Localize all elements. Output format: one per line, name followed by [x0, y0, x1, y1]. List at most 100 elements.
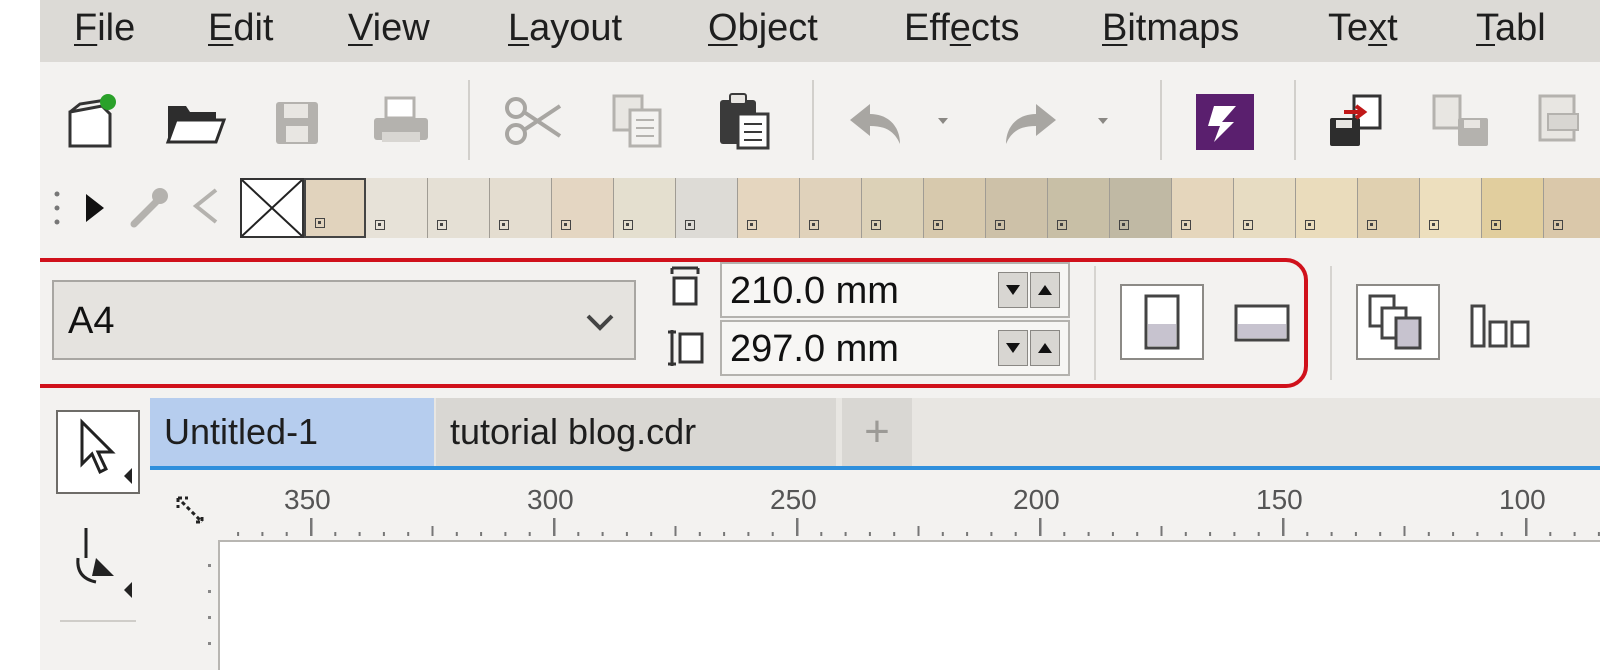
copy-icon[interactable] — [606, 88, 672, 154]
page-height-icon — [666, 326, 706, 370]
ruler-tick — [577, 532, 580, 536]
all-pages-button[interactable] — [1356, 284, 1440, 360]
ruler-tick — [1330, 532, 1333, 536]
import-icon[interactable] — [1324, 88, 1390, 154]
color-swatch[interactable] — [490, 178, 552, 238]
ruler-tick — [1233, 532, 1236, 536]
redo-icon[interactable] — [1002, 88, 1122, 154]
ruler-tick — [723, 532, 726, 536]
paste-icon[interactable] — [712, 88, 778, 154]
color-swatch[interactable] — [924, 178, 986, 238]
color-swatch[interactable] — [614, 178, 676, 238]
ruler-tick — [966, 532, 969, 536]
ruler-tick — [1039, 518, 1042, 536]
swatch-marker — [375, 220, 385, 230]
tab-tutorial-blog[interactable]: tutorial blog.cdr — [436, 398, 836, 466]
color-swatch[interactable] — [1234, 178, 1296, 238]
ruler-ticks — [237, 518, 1600, 536]
shape-tool-button[interactable] — [56, 518, 140, 602]
save-icon[interactable] — [266, 88, 332, 154]
color-swatch[interactable] — [366, 178, 428, 238]
palette-grip[interactable] — [52, 188, 62, 228]
horizontal-ruler: 350 300 250 200 150 100 — [150, 470, 1600, 540]
page-width-field[interactable]: 210.0 mm — [720, 262, 1070, 318]
color-swatch[interactable] — [304, 178, 366, 238]
corel-connect-icon[interactable] — [1192, 88, 1258, 154]
ruler-tick — [1184, 532, 1187, 536]
menu-file[interactable]: File — [74, 6, 135, 50]
height-decrement-button[interactable] — [998, 330, 1028, 366]
menu-layout[interactable]: Layout — [508, 6, 622, 50]
standard-toolbar — [40, 62, 1600, 172]
menu-object[interactable]: Object — [708, 6, 818, 50]
palette-expand-arrow-icon[interactable] — [80, 190, 110, 226]
swatch-marker — [809, 220, 819, 230]
ruler-tick — [382, 532, 385, 536]
ruler-tick — [358, 532, 361, 536]
width-decrement-button[interactable] — [998, 272, 1028, 308]
new-tab-plus-icon[interactable]: + — [842, 398, 912, 466]
color-swatch[interactable] — [1358, 178, 1420, 238]
color-swatch[interactable] — [1048, 178, 1110, 238]
export-icon[interactable] — [1428, 88, 1494, 154]
current-page-button[interactable] — [1460, 284, 1544, 360]
menu-table[interactable]: Tabl — [1476, 6, 1546, 50]
landscape-orientation-button[interactable] — [1220, 284, 1304, 360]
no-color-swatch[interactable] — [240, 178, 304, 238]
ruler-label: 200 — [1013, 484, 1060, 515]
color-swatch[interactable] — [862, 178, 924, 238]
ruler-tick — [674, 526, 677, 536]
toolbar-separator — [1160, 80, 1162, 160]
color-swatch[interactable] — [428, 178, 490, 238]
undo-icon[interactable] — [844, 88, 964, 154]
menu-edit[interactable]: Edit — [208, 6, 274, 50]
swatch-marker — [437, 220, 447, 230]
portrait-orientation-button[interactable] — [1120, 284, 1204, 360]
page-size-dropdown[interactable]: A4 — [52, 280, 636, 360]
open-folder-icon[interactable] — [162, 88, 228, 154]
menu-effects[interactable]: Effects — [904, 6, 1019, 50]
color-swatch[interactable] — [552, 178, 614, 238]
ruler-tick — [868, 532, 871, 536]
width-increment-button[interactable] — [1030, 272, 1060, 308]
swatch-marker — [1429, 220, 1439, 230]
new-document-icon[interactable] — [62, 88, 128, 154]
color-swatch[interactable] — [1544, 178, 1600, 238]
color-swatch[interactable] — [1420, 178, 1482, 238]
ruler-tick — [844, 532, 847, 536]
color-swatch[interactable] — [1172, 178, 1234, 238]
color-swatch[interactable] — [1110, 178, 1172, 238]
palette-scroll-left-icon[interactable] — [188, 186, 224, 226]
menu-bar: File Edit View Layout Object Effects Bit… — [40, 0, 1600, 62]
drawing-canvas[interactable] — [218, 540, 1600, 670]
menu-view[interactable]: View — [348, 6, 430, 50]
ruler-label: 350 — [284, 484, 331, 515]
swatch-marker — [871, 220, 881, 230]
tab-untitled-1[interactable]: Untitled-1 — [150, 398, 434, 466]
color-swatch[interactable] — [1482, 178, 1544, 238]
ruler-origin-icon[interactable] — [172, 492, 212, 532]
menu-text[interactable]: Text — [1328, 6, 1398, 50]
color-swatch[interactable] — [986, 178, 1048, 238]
swatch-marker — [315, 218, 325, 228]
color-swatch[interactable] — [738, 178, 800, 238]
menu-bitmaps[interactable]: Bitmaps — [1102, 6, 1239, 50]
page-height-value: 297.0 mm — [730, 328, 899, 370]
toolbar-separator — [1294, 80, 1296, 160]
ruler-tick — [625, 532, 628, 536]
eyedropper-icon[interactable] — [126, 184, 172, 230]
print-icon[interactable] — [368, 88, 434, 154]
cut-icon[interactable] — [500, 88, 566, 154]
propbar-separator — [1094, 266, 1096, 380]
page-height-field[interactable]: 297.0 mm — [720, 320, 1070, 376]
color-swatch[interactable] — [1296, 178, 1358, 238]
color-swatch[interactable] — [676, 178, 738, 238]
ruler-tick — [796, 518, 799, 536]
ruler-tick — [1257, 532, 1260, 536]
ruler-label: 100 — [1499, 484, 1546, 515]
pick-tool-button[interactable] — [56, 410, 140, 494]
color-swatch[interactable] — [800, 178, 862, 238]
ruler-tick — [747, 532, 750, 536]
publish-pdf-icon[interactable] — [1534, 88, 1600, 154]
height-increment-button[interactable] — [1030, 330, 1060, 366]
